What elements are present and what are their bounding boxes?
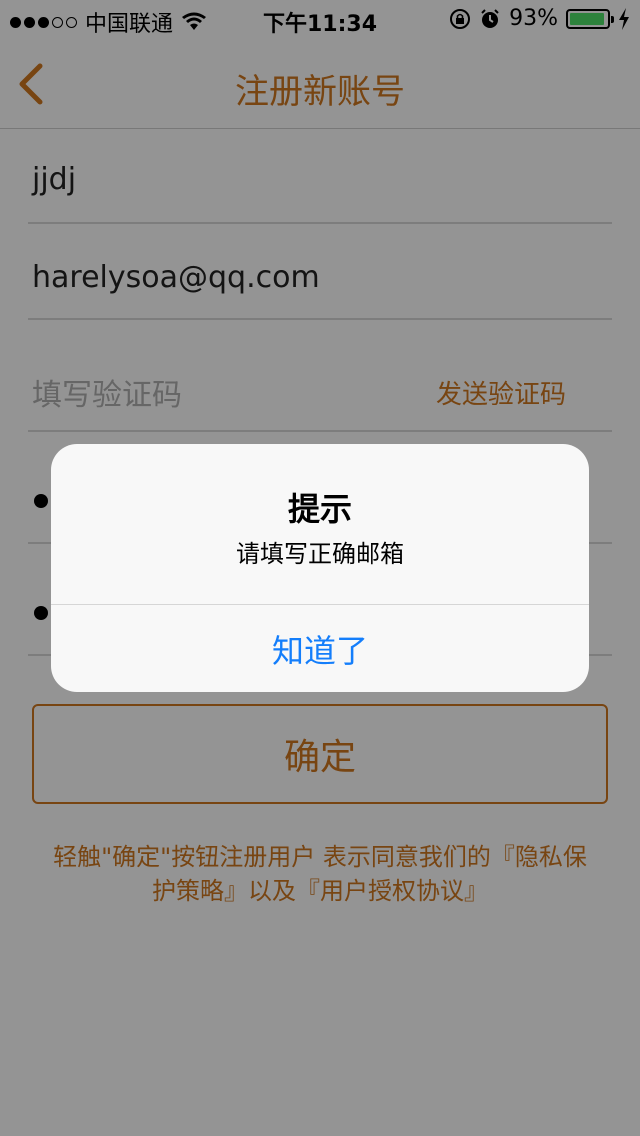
alert-ok-button[interactable]: 知道了	[51, 605, 589, 692]
alert-dialog: 提示 请填写正确邮箱 知道了	[51, 444, 589, 692]
alert-title: 提示	[287, 490, 352, 528]
alert-message: 请填写正确邮箱	[236, 540, 404, 568]
